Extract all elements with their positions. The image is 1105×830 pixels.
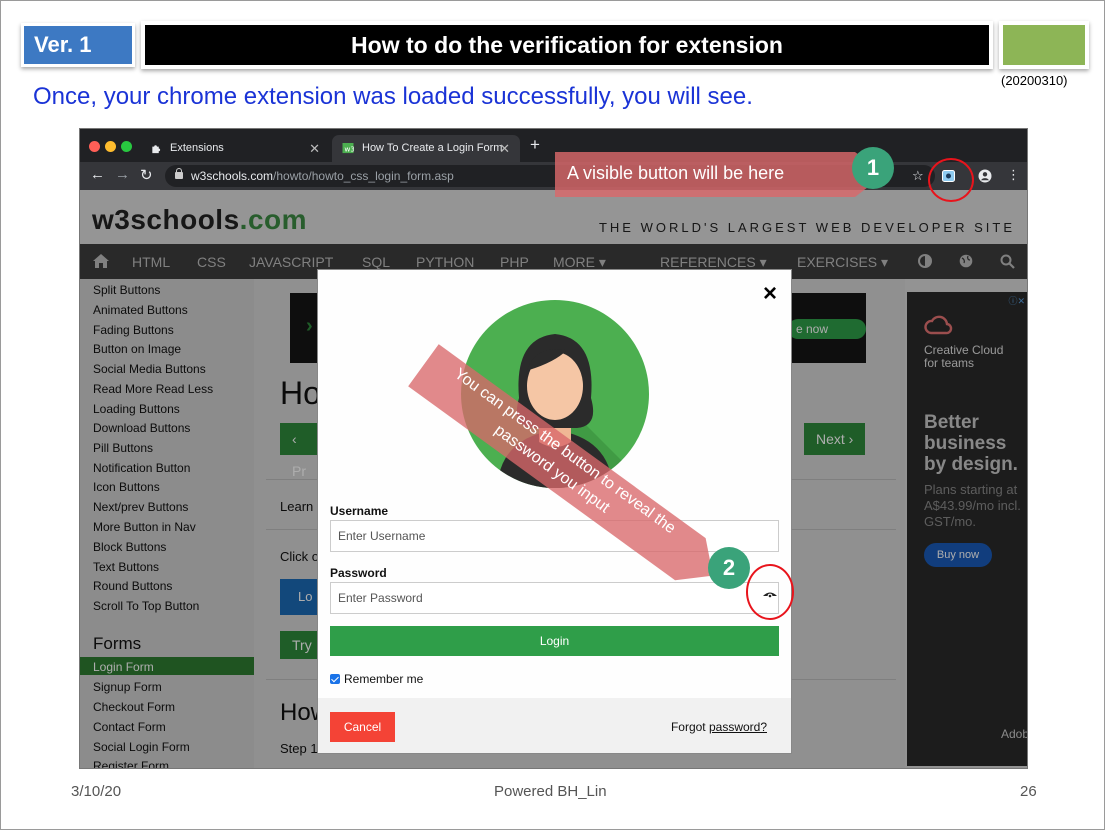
slide: Ver. 1 How to do the verification for ex… [0, 0, 1105, 830]
lock-icon [175, 168, 183, 179]
maximize-window-dot[interactable] [121, 141, 132, 152]
username-label: Username [330, 504, 389, 518]
forgot-password-link[interactable]: password? [709, 720, 767, 734]
svg-text:w3: w3 [344, 144, 354, 153]
forgot-prefix: Forgot [670, 720, 709, 734]
remember-me-row[interactable]: Remember me [330, 672, 423, 686]
highlight-ring-2 [746, 564, 794, 620]
reload-icon[interactable]: ↻ [140, 166, 153, 184]
date-code: (20200310) [1001, 73, 1068, 88]
minimize-window-dot[interactable] [105, 141, 116, 152]
close-icon[interactable]: ✕ [499, 135, 510, 162]
page-number: 26 [1020, 783, 1037, 800]
password-input[interactable]: Enter Password [330, 582, 779, 614]
profile-icon[interactable] [978, 169, 992, 183]
tab-label: How To Create a Login Form [362, 142, 503, 154]
tab-extensions[interactable]: Extensions ✕ [140, 135, 330, 162]
back-icon[interactable]: ← [90, 166, 105, 183]
star-icon[interactable]: ☆ [912, 168, 924, 184]
url-path: /howto/howto_css_login_form.asp [273, 169, 454, 183]
login-modal: × Username Enter Username Password Enter… [317, 269, 792, 754]
close-icon[interactable]: × [763, 280, 777, 308]
url-host: w3schools.com [191, 169, 274, 183]
highlight-ring-1 [928, 158, 974, 202]
callout-text-1: A visible button will be here [567, 163, 785, 183]
modal-footer: Cancel Forgot password? [318, 698, 791, 753]
password-label: Password [330, 566, 387, 580]
slide-title: How to do the verification for extension [141, 21, 993, 69]
remember-me-checkbox[interactable] [330, 674, 340, 684]
slide-subtitle: Once, your chrome extension was loaded s… [33, 83, 753, 110]
w3schools-favicon-icon: w3 [342, 143, 354, 153]
new-tab-icon[interactable]: + [530, 135, 540, 155]
remember-me-label: Remember me [344, 672, 424, 686]
close-window-dot[interactable] [89, 141, 100, 152]
version-label: Ver. 1 [21, 23, 135, 67]
tab-label: Extensions [170, 142, 224, 154]
step-badge-2: 2 [708, 547, 750, 589]
menu-icon[interactable]: ⋮ [1007, 167, 1020, 183]
tab-login-form[interactable]: w3 How To Create a Login Form ✕ [332, 135, 520, 162]
close-icon[interactable]: ✕ [309, 135, 320, 162]
green-decor-box [999, 21, 1089, 69]
cancel-button[interactable]: Cancel [330, 712, 395, 742]
login-button[interactable]: Login [330, 626, 779, 656]
footer-credit: Powered BH_Lin [494, 783, 607, 800]
step-badge-1: 1 [852, 147, 894, 189]
puzzle-icon [152, 145, 161, 154]
forgot-password-text: Forgot password? [671, 720, 767, 734]
footer-date: 3/10/20 [71, 783, 122, 800]
forward-icon[interactable]: → [115, 166, 130, 183]
